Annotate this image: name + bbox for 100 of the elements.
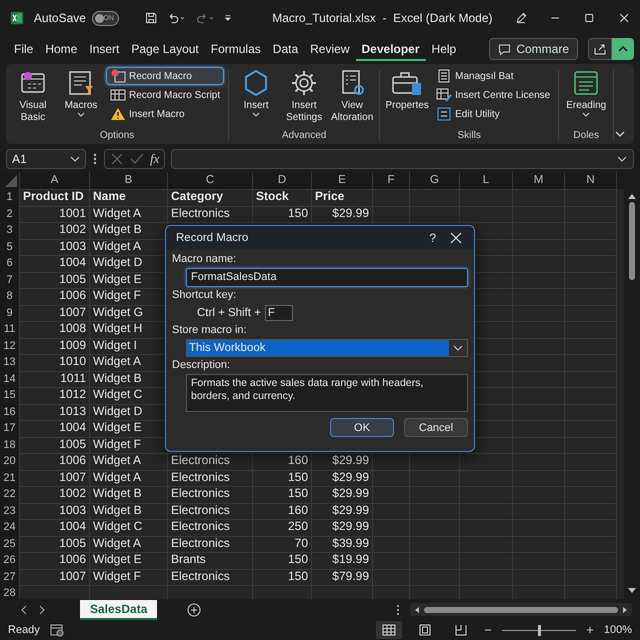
group-label: Skills: [458, 130, 481, 143]
shortcut-key-field[interactable]: F: [264, 305, 293, 321]
row-header[interactable]: 17: [0, 420, 20, 438]
table-cell: Widget A: [90, 470, 168, 487]
row-header[interactable]: 3: [0, 222, 20, 240]
macro-name-field[interactable]: FormatSalesData: [186, 268, 468, 287]
shortcut-prefix: Ctrl + Shift +: [197, 307, 261, 319]
table-cell: Electronics: [168, 206, 253, 223]
sheet-tab[interactable]: SalesData: [80, 600, 158, 620]
comments-button[interactable]: Commare: [489, 38, 578, 60]
table-cell: 1007: [20, 470, 90, 487]
ribbon-button[interactable]: Insert Macro: [106, 105, 224, 123]
group-label: Advanced: [282, 130, 326, 143]
table-cell: $29.99: [312, 519, 373, 536]
ribbon-button[interactable]: Record Macro: [106, 67, 224, 85]
autosave-label: AutoSave: [34, 11, 86, 25]
row-header[interactable]: 13: [0, 354, 20, 372]
table-cell: 1010: [20, 354, 90, 372]
ribbon-button[interactable]: Visual Basic: [10, 66, 56, 125]
field-label: Macro name:: [172, 253, 238, 266]
row-header[interactable]: 11: [0, 321, 20, 338]
table-cell: $79.99: [312, 568, 373, 586]
table-cell: 1006: [20, 288, 90, 306]
insert-function-button[interactable]: fx: [150, 151, 160, 167]
name-box[interactable]: A1: [6, 149, 86, 169]
table-cell: Widget A: [90, 453, 168, 470]
table-cell: 1004: [20, 519, 90, 536]
table-cell: $29.99: [312, 470, 373, 487]
ribbon-button[interactable]: View Altoration: [329, 66, 376, 125]
row-header[interactable]: 20: [0, 453, 20, 470]
table-cell: Widget B: [90, 502, 168, 520]
zoom-level: 100%: [604, 624, 632, 636]
table-cell: 160: [253, 502, 312, 520]
table-cell: $29.99: [312, 502, 373, 520]
help-button[interactable]: ?: [429, 231, 436, 245]
ribbon-button[interactable]: Propertes: [384, 66, 430, 114]
row-header[interactable]: 1: [0, 189, 20, 206]
column-header[interactable]: G: [410, 172, 460, 190]
table-cell: Category: [168, 189, 253, 206]
ribbon-tab[interactable]: Help: [426, 38, 462, 60]
ribbon-tab[interactable]: Data: [266, 38, 304, 60]
ribbon-tab[interactable]: Home: [39, 38, 84, 60]
ribbon-button[interactable]: Insert: [233, 66, 280, 120]
ribbon-tab[interactable]: Formulas: [204, 38, 267, 60]
ribbon-button[interactable]: Managsıl Bat: [432, 67, 554, 85]
column-header[interactable]: N: [565, 172, 617, 190]
ribbon-tab[interactable]: Insert: [83, 38, 126, 60]
dialog-title: Record Macro: [176, 232, 248, 244]
ribbon-button[interactable]: Ereading: [563, 66, 610, 120]
column-header[interactable]: L: [460, 172, 513, 190]
table-cell: 1005: [20, 436, 90, 454]
row-header[interactable]: 22: [0, 486, 20, 504]
table-cell: 1011: [20, 370, 90, 388]
ribbon-button[interactable]: Edit Utility: [432, 105, 554, 123]
column-header[interactable]: M: [513, 172, 565, 190]
column-header[interactable]: C: [168, 172, 253, 190]
column-header[interactable]: E: [312, 172, 373, 190]
store-macro-dropdown[interactable]: This Workbook: [186, 339, 468, 357]
table-cell: 1004: [20, 255, 90, 272]
ribbon-tab[interactable]: Review: [304, 38, 356, 60]
ribbon-button[interactable]: Macros: [58, 66, 104, 120]
column-header[interactable]: B: [90, 172, 168, 190]
table-cell: 1008: [20, 321, 90, 338]
table-cell: 1003: [20, 238, 90, 256]
ribbon-tab[interactable]: Page Layout: [125, 38, 205, 60]
column-header[interactable]: A: [20, 172, 90, 190]
table-cell: 160: [253, 453, 312, 470]
table-cell: Electronics: [168, 502, 253, 520]
table-cell: Electronics: [168, 536, 253, 553]
table-cell: $29.99: [312, 453, 373, 470]
column-header[interactable]: F: [373, 172, 410, 190]
column-header[interactable]: D: [253, 172, 312, 190]
ribbon-button[interactable]: Insert Settings: [281, 66, 328, 125]
description-field[interactable]: Formats the active sales data range with headers, borders, and currency.: [186, 374, 468, 412]
row-header[interactable]: 15: [0, 387, 20, 404]
table-cell: 150: [253, 552, 312, 570]
ribbon-button[interactable]: Record Macro Script: [106, 86, 224, 104]
table-cell: Electronics: [168, 453, 253, 470]
ribbon-tab[interactable]: File: [8, 38, 40, 60]
table-cell: 1003: [20, 502, 90, 520]
dialog-button[interactable]: Cancel: [404, 418, 468, 437]
table-cell: 1007: [20, 304, 90, 322]
row-header[interactable]: 8: [0, 288, 20, 306]
table-cell: Widget A: [90, 206, 168, 223]
row-header[interactable]: 24: [0, 519, 20, 536]
ribbon-button[interactable]: Insert Centre License: [432, 86, 554, 104]
table-cell: Widget C: [90, 519, 168, 536]
field-label: Store macro in:: [172, 324, 248, 337]
table-cell: 1005: [20, 272, 90, 289]
table-cell: 1007: [20, 568, 90, 586]
row-header[interactable]: 28: [0, 585, 20, 599]
row-header[interactable]: 26: [0, 552, 20, 570]
dialog-button[interactable]: OK: [330, 418, 394, 437]
field-label: Shortcut key:: [172, 289, 238, 302]
table-cell: Electronics: [168, 486, 253, 504]
table-cell: Price: [312, 189, 373, 206]
table-cell: 1006: [20, 552, 90, 570]
ribbon-tab[interactable]: Developer: [356, 38, 426, 60]
row-header[interactable]: 6: [0, 255, 20, 272]
field-label: Description:: [172, 359, 232, 372]
